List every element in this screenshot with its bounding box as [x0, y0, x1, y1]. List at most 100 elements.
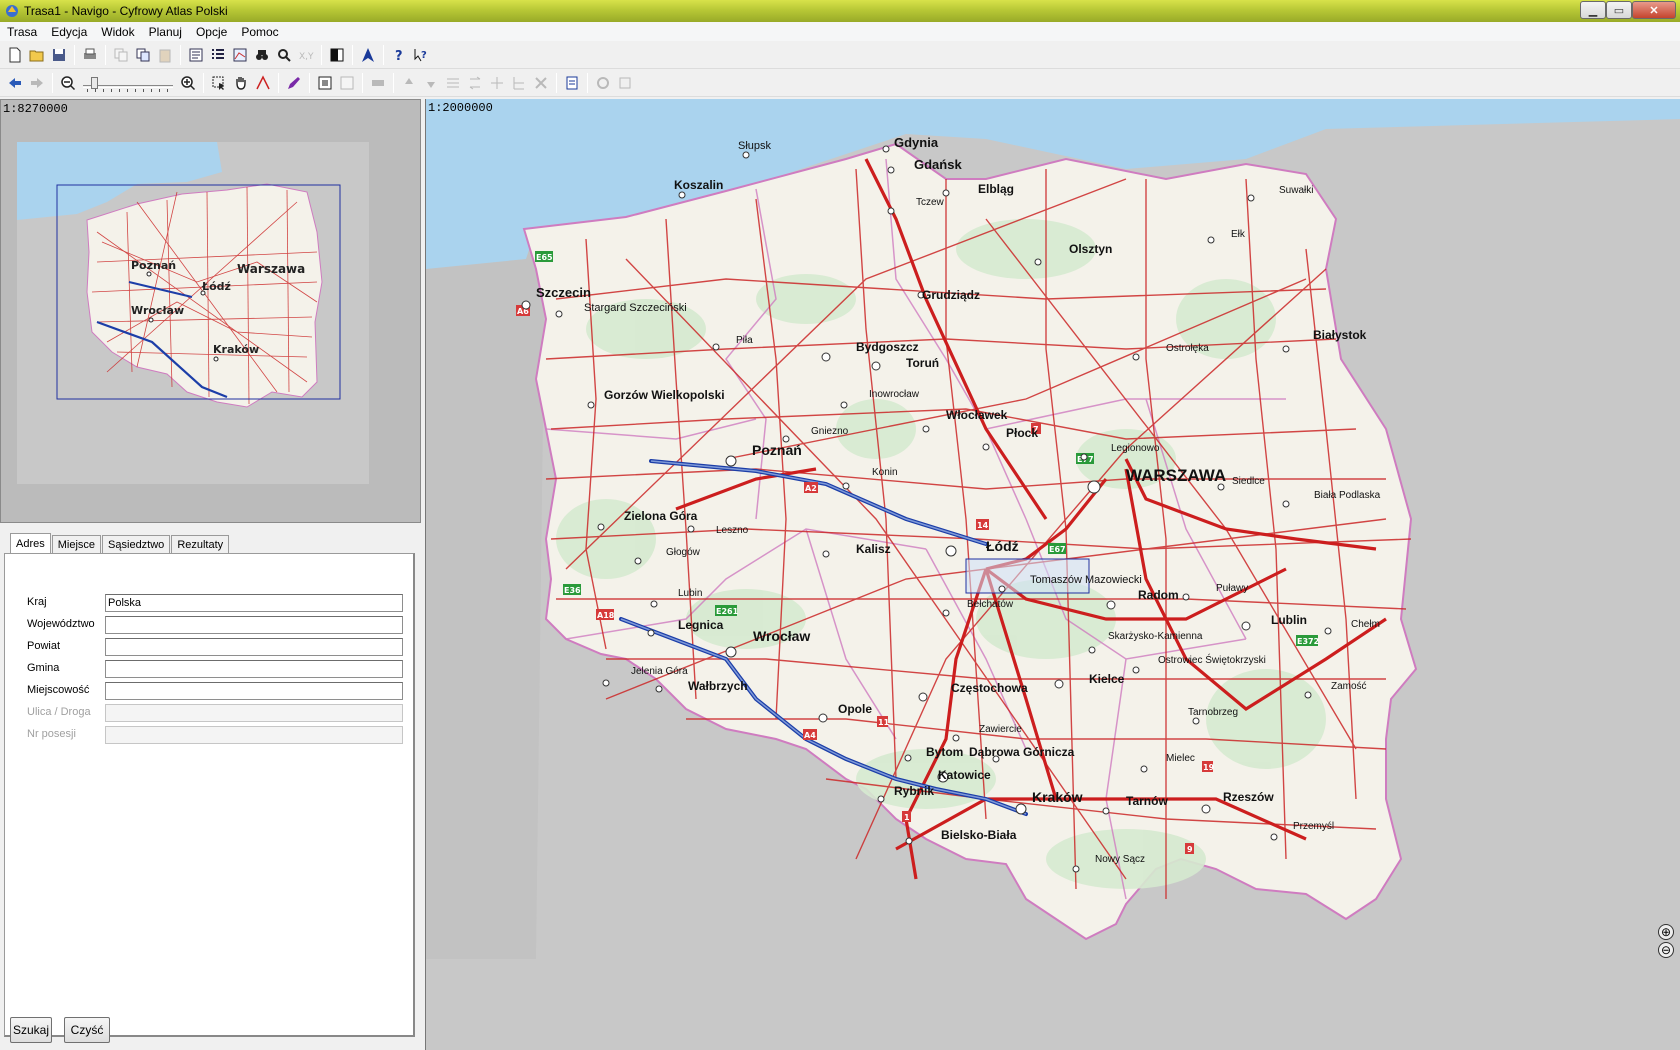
kraj-input[interactable]: Polska	[105, 594, 403, 612]
overview-scale: 1:8270000	[3, 102, 68, 116]
tab-adres[interactable]: Adres	[10, 533, 51, 553]
context-help-icon[interactable]: ?	[411, 45, 431, 65]
city-koszalin: Koszalin	[674, 178, 723, 192]
back-arrow-icon[interactable]	[5, 73, 25, 93]
field-row-ulica: Ulica / Droga	[23, 704, 403, 722]
toolbar-separator	[321, 45, 322, 65]
move-up-icon[interactable]	[399, 73, 419, 93]
main-map-panel[interactable]: 1:2000000 E65 A6 A2 7 14 E67 E36 A18 E26…	[425, 99, 1680, 1050]
menu-trasa[interactable]: Trasa	[0, 25, 44, 39]
frame-select-icon[interactable]	[337, 73, 357, 93]
route-report-icon[interactable]	[562, 73, 582, 93]
zoom-slider-thumb[interactable]	[91, 77, 98, 89]
delete-icon[interactable]	[531, 73, 551, 93]
city-legionowo: Legionowo	[1111, 443, 1160, 454]
route-tree-icon[interactable]	[509, 73, 529, 93]
svg-text:X,Y: X,Y	[299, 52, 314, 62]
pen-draw-icon[interactable]	[284, 73, 304, 93]
maximize-button[interactable]: ▭	[1606, 1, 1632, 19]
zoom-in-icon[interactable]	[178, 73, 198, 93]
city-gorzow: Gorzów Wielkopolski	[604, 388, 725, 402]
powiat-input[interactable]	[105, 638, 403, 656]
coordinates-icon[interactable]: X,Y	[296, 45, 316, 65]
print-icon[interactable]	[80, 45, 100, 65]
forward-arrow-icon[interactable]	[27, 73, 47, 93]
navigation-arrow-icon[interactable]	[358, 45, 378, 65]
map-zoom-out-button[interactable]: ⊖	[1658, 942, 1674, 958]
help-icon[interactable]: ?	[389, 45, 409, 65]
tab-rezultaty[interactable]: Rezultaty	[171, 535, 230, 553]
city-tczew: Tczew	[916, 197, 945, 208]
close-button[interactable]: ✕	[1632, 1, 1676, 19]
powiat-label: Powiat	[27, 640, 61, 652]
overview-city-poznan: Poznań	[131, 259, 176, 272]
copy-icon[interactable]	[111, 45, 131, 65]
menu-planuj[interactable]: Planuj	[142, 25, 189, 39]
city-dabrowa: Dąbrowa Górnicza	[969, 745, 1075, 759]
document-view-icon[interactable]	[186, 45, 206, 65]
route-options-icon[interactable]	[615, 73, 635, 93]
map-zoom-controls: ⊕ ⊖	[1658, 924, 1676, 962]
zoom-out-icon[interactable]	[58, 73, 78, 93]
field-row-miejscowosc: Miejscowość	[23, 682, 403, 700]
tab-sasiedztwo[interactable]: Sąsiedztwo	[102, 535, 171, 553]
save-icon[interactable]	[49, 45, 69, 65]
city-mielec: Mielec	[1166, 753, 1195, 764]
menu-widok[interactable]: Widok	[94, 25, 141, 39]
minimize-button[interactable]: ▁	[1580, 1, 1606, 19]
toolbar-separator	[203, 73, 204, 93]
clear-button[interactable]: Czyść	[64, 1017, 110, 1043]
city-bialystok: Białystok	[1313, 328, 1367, 342]
menu-opcje[interactable]: Opcje	[189, 25, 234, 39]
city-biala-podlaska: Biała Podlaska	[1314, 490, 1381, 501]
city-rybnik: Rybnik	[894, 784, 934, 798]
frame-icon[interactable]	[315, 73, 335, 93]
map-sheet-icon[interactable]	[230, 45, 250, 65]
overview-map[interactable]: Poznań Łódź Warszawa Wrocław Kraków	[17, 142, 369, 484]
search-button[interactable]: Szukaj	[10, 1017, 52, 1043]
route-list-icon[interactable]	[443, 73, 463, 93]
road-shield-a2: A2	[805, 484, 817, 493]
kraj-label: Kraj	[27, 596, 47, 608]
nr-posesji-label: Nr posesji	[27, 728, 76, 740]
city-bytom: Bytom	[926, 745, 963, 759]
city-glogow: Głogów	[666, 547, 701, 558]
menu-edycja[interactable]: Edycja	[44, 25, 94, 39]
overview-city-lodz: Łódź	[201, 280, 231, 293]
road-shield-11: 11	[878, 718, 890, 727]
paste-icon[interactable]	[155, 45, 175, 65]
road-shield-9: 9	[1187, 845, 1193, 854]
pan-hand-icon[interactable]	[231, 73, 251, 93]
city-zielona-gora: Zielona Góra	[624, 509, 698, 523]
tab-miejsce[interactable]: Miejsce	[51, 535, 102, 553]
route-reverse-icon[interactable]	[465, 73, 485, 93]
city-torun: Toruń	[906, 356, 939, 370]
overview-city-krakow: Kraków	[213, 343, 259, 356]
route-split-icon[interactable]	[487, 73, 507, 93]
select-tool-icon[interactable]	[209, 73, 229, 93]
list-icon[interactable]	[208, 45, 228, 65]
measure-tool-icon[interactable]	[253, 73, 273, 93]
wojewodztwo-input[interactable]	[105, 616, 403, 634]
route-settings-icon[interactable]	[593, 73, 613, 93]
main-map-scale: 1:2000000	[428, 101, 493, 115]
main-map[interactable]: E65 A6 E77 A2 7 14 E67 E36 A18 E261 E372…	[426, 99, 1680, 1050]
menu-pomoc[interactable]: Pomoc	[234, 25, 285, 39]
binoculars-icon[interactable]	[252, 45, 272, 65]
zoom-slider[interactable]	[83, 73, 173, 93]
map-zoom-in-button[interactable]: ⊕	[1658, 924, 1674, 940]
open-folder-icon[interactable]	[27, 45, 47, 65]
move-down-icon[interactable]	[421, 73, 441, 93]
toolbar-separator	[105, 45, 106, 65]
find-nearby-icon[interactable]	[274, 45, 294, 65]
city-pila: Piła	[736, 335, 753, 346]
miejscowosc-input[interactable]	[105, 682, 403, 700]
panel-toggle-icon[interactable]	[327, 45, 347, 65]
toolbar-separator	[52, 73, 53, 93]
duplicate-icon[interactable]	[133, 45, 153, 65]
overview-map-panel[interactable]: 1:8270000 Poznań Łódź Warszawa Wrocław K…	[0, 99, 421, 523]
new-file-icon[interactable]	[5, 45, 25, 65]
gmina-input[interactable]	[105, 660, 403, 678]
address-form: Kraj Polska Województwo Powiat Gmina Mie…	[4, 553, 415, 1037]
vehicle-icon[interactable]	[368, 73, 388, 93]
